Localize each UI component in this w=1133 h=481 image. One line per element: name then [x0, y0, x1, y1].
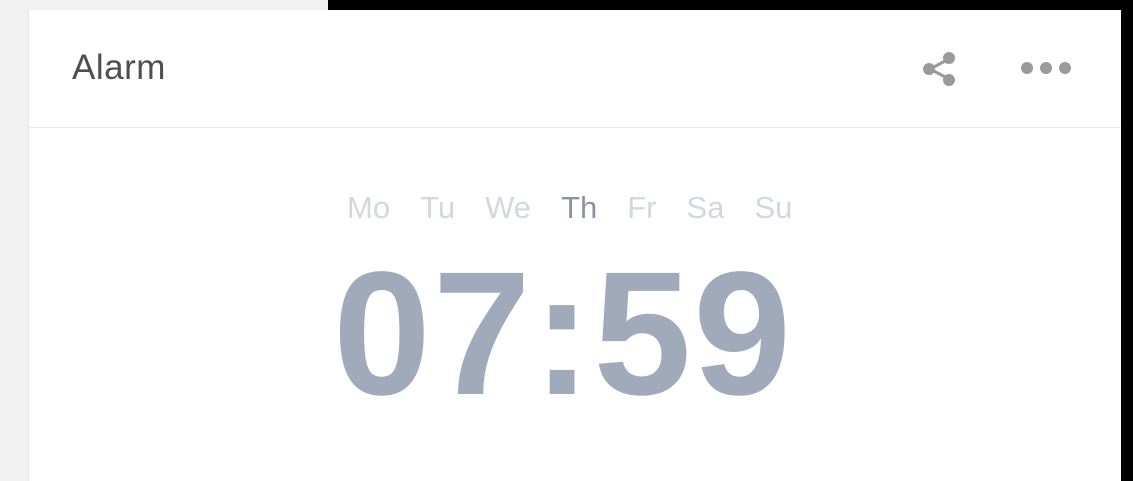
day-tuesday[interactable]: Tu — [420, 190, 455, 226]
share-icon — [923, 52, 955, 86]
day-wednesday[interactable]: We — [485, 190, 531, 226]
alarm-time[interactable]: 07:59 — [333, 246, 793, 422]
card-body: Mo Tu We Th Fr Sa Su 07:59 — [29, 128, 1121, 481]
card-header: Alarm — [29, 10, 1121, 128]
day-saturday[interactable]: Sa — [687, 190, 725, 226]
app-stage: Alarm Mo Tu We Th Fr Sa Su 07:59 — [0, 0, 1133, 481]
day-sunday[interactable]: Su — [754, 190, 792, 226]
share-button[interactable] — [918, 48, 962, 88]
more-button[interactable] — [1015, 56, 1079, 80]
card-title: Alarm — [72, 48, 166, 87]
day-friday[interactable]: Fr — [627, 190, 656, 226]
day-thursday[interactable]: Th — [561, 190, 597, 226]
weekday-selector: Mo Tu We Th Fr Sa Su — [347, 190, 822, 226]
day-monday[interactable]: Mo — [347, 190, 390, 226]
more-horizontal-icon — [1021, 62, 1071, 74]
alarm-card: Alarm Mo Tu We Th Fr Sa Su 07:59 — [28, 10, 1121, 481]
